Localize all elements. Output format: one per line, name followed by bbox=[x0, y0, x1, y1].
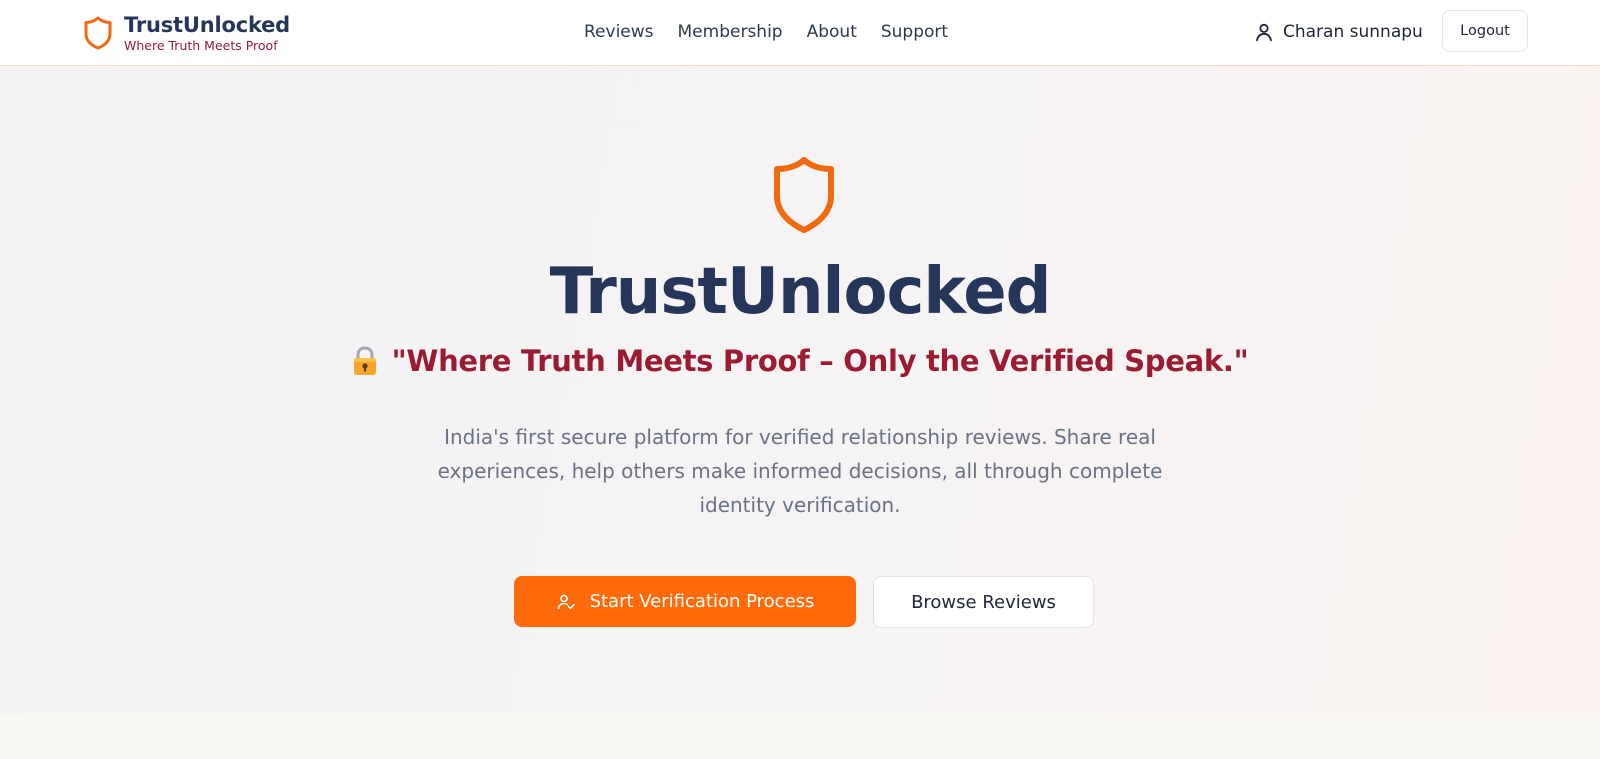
start-verification-label: Start Verification Process bbox=[589, 591, 815, 612]
browse-reviews-button[interactable]: Browse Reviews bbox=[873, 576, 1094, 628]
hero-quote-text: "Where Truth Meets Proof – Only the Veri… bbox=[391, 344, 1249, 378]
user-profile-link[interactable]: Charan sunnapu bbox=[1253, 19, 1423, 45]
user-name: Charan sunnapu bbox=[1283, 22, 1423, 42]
nav-link-about[interactable]: About bbox=[807, 22, 857, 42]
logout-button[interactable]: Logout bbox=[1442, 10, 1528, 52]
nav-link-membership[interactable]: Membership bbox=[678, 22, 783, 42]
user-check-icon bbox=[557, 594, 575, 609]
hero-section: TrustUnlocked "Where Truth Meets Proof –… bbox=[0, 66, 1600, 713]
hero-title: TrustUnlocked bbox=[549, 255, 1052, 329]
nav-link-support[interactable]: Support bbox=[881, 22, 948, 42]
top-navbar: TrustUnlocked Where Truth Meets Proof Re… bbox=[0, 0, 1600, 66]
brand-text: TrustUnlocked Where Truth Meets Proof bbox=[124, 13, 290, 54]
main-nav: Reviews Membership About Support bbox=[584, 19, 948, 45]
user-icon bbox=[1256, 23, 1272, 42]
start-verification-button[interactable]: Start Verification Process bbox=[514, 576, 856, 627]
next-section bbox=[0, 713, 1600, 759]
hero-quote: "Where Truth Meets Proof – Only the Veri… bbox=[0, 344, 1600, 378]
brand-logo-link[interactable]: TrustUnlocked Where Truth Meets Proof bbox=[82, 10, 290, 56]
nav-link-reviews[interactable]: Reviews bbox=[584, 22, 654, 42]
brand-title: TrustUnlocked bbox=[124, 12, 291, 37]
lock-icon bbox=[353, 346, 376, 375]
hero-description: India's first secure platform for verifi… bbox=[437, 425, 1163, 517]
brand-tagline: Where Truth Meets Proof bbox=[124, 37, 278, 53]
shield-icon bbox=[774, 157, 834, 233]
shield-icon bbox=[84, 16, 112, 50]
